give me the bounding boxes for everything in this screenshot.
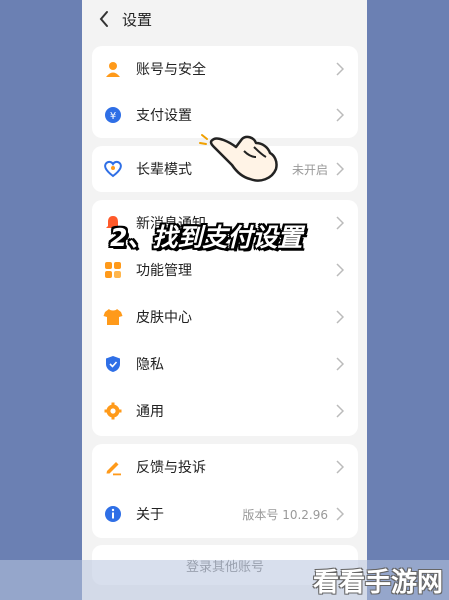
edit-icon xyxy=(103,457,123,477)
chevron-right-icon xyxy=(334,459,346,475)
skin-center-label: 皮肤中心 xyxy=(136,310,192,326)
chevron-right-icon xyxy=(334,262,346,278)
account-security-label: 账号与安全 xyxy=(136,62,206,78)
shirt-icon xyxy=(103,307,123,327)
chevron-right-icon xyxy=(334,309,346,325)
svg-text:¥: ¥ xyxy=(110,111,116,122)
feedback-item[interactable]: 反馈与投诉 xyxy=(92,444,358,490)
heart-icon xyxy=(103,159,123,179)
chevron-right-icon xyxy=(334,403,346,419)
privacy-label: 隐私 xyxy=(136,357,164,373)
chevron-right-icon xyxy=(334,107,346,123)
chevron-right-icon xyxy=(334,356,346,372)
payment-settings-label: 支付设置 xyxy=(136,108,192,124)
version-number: 版本号 10.2.96 xyxy=(242,507,328,522)
skin-center-item[interactable]: 皮肤中心 xyxy=(92,294,358,340)
chevron-right-icon xyxy=(334,506,346,522)
about-label: 关于 xyxy=(136,507,164,523)
chevron-right-icon xyxy=(334,161,346,177)
pointing-hand-icon xyxy=(199,134,278,182)
feature-management-label: 功能管理 xyxy=(136,263,192,279)
elder-mode-status: 未开启 xyxy=(291,162,328,177)
grid-icon xyxy=(103,260,123,280)
person-icon xyxy=(103,59,123,79)
chevron-left-icon xyxy=(99,11,108,27)
info-icon xyxy=(103,504,123,524)
tutorial-caption: 2、找到支付设置 xyxy=(110,223,303,252)
account-security-item[interactable]: 账号与安全 xyxy=(92,46,358,92)
yuan-coin-icon: ¥ xyxy=(103,105,123,125)
about-item[interactable]: 关于 版本号 10.2.96 xyxy=(92,491,358,537)
privacy-item[interactable]: 隐私 xyxy=(92,341,358,387)
general-item[interactable]: 通用 xyxy=(92,388,358,434)
general-label: 通用 xyxy=(136,404,164,420)
site-watermark: 看看手游网 xyxy=(312,568,443,598)
header: 设置 xyxy=(82,0,367,38)
page-title: 设置 xyxy=(122,10,153,29)
about-card: 反馈与投诉 关于 版本号 10.2.96 xyxy=(92,444,358,538)
chevron-right-icon xyxy=(334,61,346,77)
chevron-right-icon xyxy=(334,215,346,231)
back-button[interactable] xyxy=(92,7,116,31)
feedback-label: 反馈与投诉 xyxy=(136,460,206,476)
shield-icon xyxy=(103,354,123,374)
phone-screen: 设置 账号与安全 ¥ 支付设置 长辈模式 未开启 新消息通知 功能管理 皮肤中心… xyxy=(82,0,367,600)
gear-icon xyxy=(103,401,123,421)
